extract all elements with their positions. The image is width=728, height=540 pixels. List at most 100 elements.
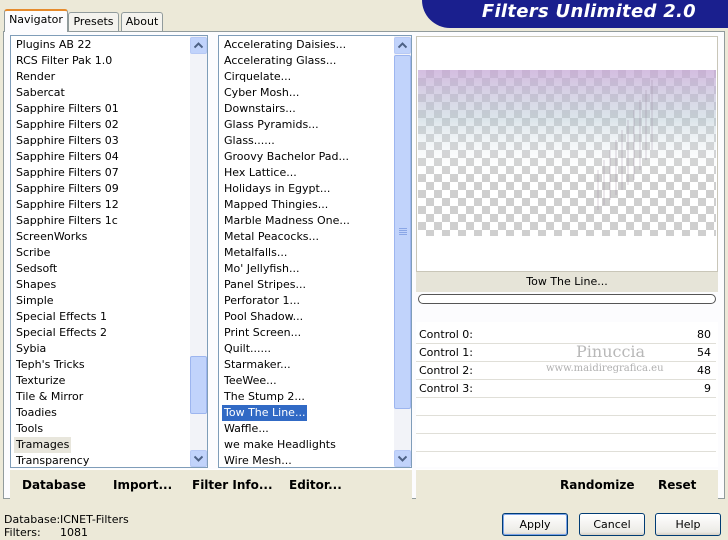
filters-item-label: Accelerating Glass... (224, 54, 337, 67)
categories-item-label: Sapphire Filters 04 (16, 150, 119, 163)
filters-item[interactable]: Perforator 1... (222, 293, 302, 309)
category-list[interactable]: Plugins AB 22 RCS Filter Pak 1.0 Render Sab… (10, 35, 208, 468)
filters-item-label: TeeWee... (224, 374, 277, 387)
filters-item[interactable]: Groovy Bachelor Pad... (222, 149, 351, 165)
filters-item[interactable]: Pool Shadow... (222, 309, 305, 325)
filter-list[interactable]: Accelerating Daisies... Accelerating Glas… (218, 35, 412, 468)
categories-item[interactable]: Sabercat (14, 85, 67, 101)
categories-item[interactable]: Render (14, 69, 57, 85)
randomize-button[interactable]: Randomize (560, 478, 634, 492)
categories-item[interactable]: Sapphire Filters 12 (14, 197, 121, 213)
filters-item[interactable]: The Stump 2... (222, 389, 307, 405)
scroll-down-button[interactable] (394, 450, 411, 467)
filters-item[interactable]: Wire Mesh... (222, 453, 294, 467)
filters-item[interactable]: Glass...... (222, 133, 277, 149)
filters-item[interactable]: Downstairs... (222, 101, 298, 117)
scroll-up-button[interactable] (190, 37, 207, 54)
help-button[interactable]: Help (655, 513, 721, 536)
control-row[interactable]: Control 0: 80 (416, 326, 716, 344)
categories-item[interactable]: Sapphire Filters 04 (14, 149, 121, 165)
control-value: 80 (697, 328, 711, 341)
filter-scrollbar[interactable] (394, 36, 411, 467)
filters-item[interactable]: Glass Pyramids... (222, 117, 321, 133)
categories-item[interactable]: Sapphire Filters 01 (14, 101, 121, 117)
categories-item[interactable]: RCS Filter Pak 1.0 (14, 53, 114, 69)
categories-item[interactable]: Sapphire Filters 09 (14, 181, 121, 197)
tab-presets[interactable]: Presets (68, 12, 119, 31)
categories-item-label: Special Effects 1 (16, 310, 108, 323)
categories-item[interactable]: Special Effects 2 (14, 325, 109, 341)
filters-item[interactable]: Marble Madness One... (222, 213, 352, 229)
categories-item[interactable]: Sybia (14, 341, 48, 357)
categories-item[interactable]: Transparency (14, 453, 91, 467)
app-title: Filters Unlimited 2.0 (481, 1, 696, 22)
filters-item[interactable]: Quilt...... (222, 341, 273, 357)
category-scroll-thumb[interactable] (190, 356, 207, 414)
categories-item[interactable]: Sapphire Filters 1c (14, 213, 120, 229)
category-scrollbar[interactable] (190, 36, 207, 467)
left-action-bar: Database Import... Filter Info... Editor… (10, 469, 412, 500)
categories-item[interactable]: Toadies (14, 405, 59, 421)
categories-item[interactable]: Tools (14, 421, 45, 437)
filter-info-button[interactable]: Filter Info... (192, 478, 273, 492)
categories-item[interactable]: Sedsoft (14, 261, 59, 277)
filters-item[interactable]: Tow The Line... (220, 404, 309, 422)
categories-item[interactable]: Scribe (14, 245, 52, 261)
categories-item[interactable]: ScreenWorks (14, 229, 89, 245)
categories-item[interactable]: Texturize (14, 373, 67, 389)
filters-item[interactable]: Holidays in Egypt... (222, 181, 332, 197)
tab-about[interactable]: About (121, 12, 163, 31)
categories-item[interactable]: Simple (14, 293, 56, 309)
categories-item[interactable]: Shapes (14, 277, 58, 293)
apply-button[interactable]: Apply (502, 513, 568, 536)
filters-item-label: Cyber Mosh... (224, 86, 300, 99)
filters-item[interactable]: Accelerating Glass... (222, 53, 338, 69)
filters-item[interactable]: Print Screen... (222, 325, 303, 341)
categories-item[interactable]: Tile & Mirror (14, 389, 85, 405)
categories-item[interactable]: Teph's Tricks (14, 357, 87, 373)
filters-item-label: Hex Lattice... (224, 166, 297, 179)
reset-button[interactable]: Reset (658, 478, 696, 492)
filters-item[interactable]: Accelerating Daisies... (222, 37, 348, 53)
preview-stripes (418, 70, 716, 210)
watermark-name: Pinuccia (576, 342, 646, 361)
filters-item[interactable]: Cyber Mosh... (222, 85, 301, 101)
filters-item-label: Glass Pyramids... (224, 118, 319, 131)
filters-item[interactable]: Hex Lattice... (222, 165, 299, 181)
categories-item-label: Scribe (16, 246, 51, 259)
filters-item[interactable]: Metalfalls... (222, 245, 289, 261)
scroll-down-button[interactable] (190, 450, 207, 467)
control-row-empty (416, 398, 716, 416)
import-button[interactable]: Import... (113, 478, 172, 492)
filters-item-label: Perforator 1... (224, 294, 300, 307)
filters-item[interactable]: Mapped Thingies... (222, 197, 330, 213)
filters-item[interactable]: Starmaker... (222, 357, 293, 373)
filter-scroll-thumb[interactable] (394, 55, 411, 409)
categories-item[interactable]: Sapphire Filters 02 (14, 117, 121, 133)
filters-item[interactable]: Mo' Jellyfish... (222, 261, 302, 277)
categories-item[interactable]: Tramages (14, 437, 72, 453)
control-row[interactable]: Control 1: 54 (416, 344, 716, 362)
categories-item-label: Sapphire Filters 03 (16, 134, 119, 147)
filters-item[interactable]: we make Headlights (222, 437, 338, 453)
categories-item[interactable]: Sapphire Filters 07 (14, 165, 121, 181)
categories-item-label: Shapes (16, 278, 57, 291)
filters-item[interactable]: Waffle... (222, 421, 271, 437)
tab-navigator[interactable]: Navigator (4, 9, 68, 32)
control-row-empty (416, 434, 716, 452)
filters-item[interactable]: TeeWee... (222, 373, 279, 389)
control-row[interactable]: Control 3: 9 (416, 380, 716, 398)
scroll-up-button[interactable] (394, 37, 411, 54)
chevron-up-icon (398, 42, 407, 49)
filters-item[interactable]: Metal Peacocks... (222, 229, 321, 245)
cancel-button[interactable]: Cancel (579, 513, 645, 536)
categories-item-label: Tools (16, 422, 44, 435)
editor-button[interactable]: Editor... (289, 478, 342, 492)
categories-item[interactable]: Special Effects 1 (14, 309, 109, 325)
categories-item[interactable]: Plugins AB 22 (14, 37, 93, 53)
status-database-value: ICNET-Filters (60, 513, 129, 526)
categories-item[interactable]: Sapphire Filters 03 (14, 133, 121, 149)
filters-item[interactable]: Panel Stripes... (222, 277, 308, 293)
filters-item[interactable]: Cirquelate... (222, 69, 293, 85)
database-button[interactable]: Database (22, 478, 86, 492)
